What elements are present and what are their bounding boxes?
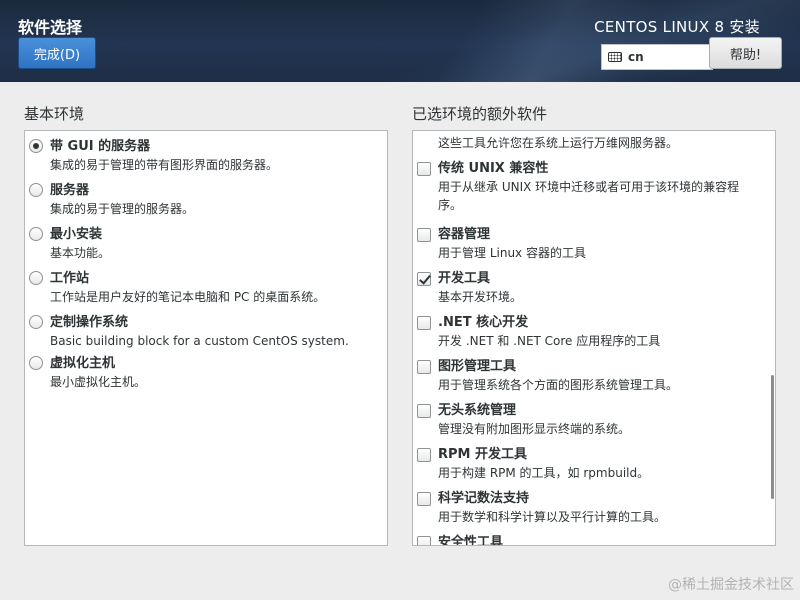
checkbox[interactable] — [417, 492, 431, 506]
addon-item-scientific-support[interactable]: 科学记数法支持 用于数学和科学计算以及平行计算的工具。 — [413, 487, 765, 531]
help-button[interactable]: 帮助! — [709, 37, 782, 69]
addon-item-name: 无头系统管理 — [438, 403, 517, 418]
env-item-desc: Basic building block for a custom CentOS… — [50, 334, 349, 348]
env-item-name: 工作站 — [50, 271, 90, 286]
addon-item-desc: 用于构建 RPM 的工具，如 rpmbuild。 — [438, 466, 650, 480]
keyboard-layout-label: cn — [628, 50, 644, 64]
env-item-desc: 集成的易于管理的带有图形界面的服务器。 — [50, 158, 279, 172]
addon-item-container-management[interactable]: 容器管理 用于管理 Linux 容器的工具 — [413, 223, 765, 267]
checkbox[interactable] — [417, 272, 431, 286]
addon-item-legacy-unix[interactable]: 传统 UNIX 兼容性 用于从继承 UNIX 环境中迁移或者可用于该环境的兼容程… — [413, 157, 765, 223]
env-item-desc: 集成的易于管理的服务器。 — [50, 202, 195, 216]
env-item-desc: 基本功能。 — [50, 246, 111, 260]
env-item-virtualization-host[interactable]: 虚拟化主机 最小虚拟化主机。 — [25, 352, 387, 396]
addon-item-name: 容器管理 — [438, 227, 491, 242]
addon-item-name: .NET 核心开发 — [438, 315, 529, 330]
env-item-desc: 最小虚拟化主机。 — [50, 375, 147, 389]
checkbox[interactable] — [417, 316, 431, 330]
addon-item-rpm-development-tools[interactable]: RPM 开发工具 用于构建 RPM 的工具，如 rpmbuild。 — [413, 443, 765, 487]
addon-item-headless-management[interactable]: 无头系统管理 管理没有附加图形显示终端的系统。 — [413, 399, 765, 443]
radio-button[interactable] — [29, 315, 43, 329]
env-item-minimal-install[interactable]: 最小安装 基本功能。 — [25, 223, 387, 267]
checkbox[interactable] — [417, 228, 431, 242]
env-item-desc: 工作站是用户友好的笔记本电脑和 PC 的桌面系统。 — [50, 290, 326, 304]
keyboard-layout-indicator[interactable]: cn — [601, 44, 713, 70]
addon-item-name: 图形管理工具 — [438, 359, 517, 374]
addon-item-desc-cont: 序。 — [438, 198, 463, 212]
env-item-name: 最小安装 — [50, 227, 103, 242]
header-bar: 软件选择 完成(D) CENTOS LINUX 8 安装 cn 帮助! — [0, 0, 800, 82]
addon-item-desc: 用于管理 Linux 容器的工具 — [438, 246, 586, 260]
radio-button[interactable] — [29, 139, 43, 153]
addon-item-name: 开发工具 — [438, 271, 491, 286]
base-environment-list: 带 GUI 的服务器 集成的易于管理的带有图形界面的服务器。 服务器 集成的易于… — [24, 130, 388, 546]
addon-item-name: 科学记数法支持 — [438, 491, 530, 506]
addon-partial-desc: 这些工具允许您在系统上运行万维网服务器。 — [438, 136, 679, 150]
addons-scrollbar[interactable] — [771, 375, 774, 499]
watermark: @稀土掘金技术社区 — [668, 577, 794, 593]
page-title: 软件选择 — [18, 18, 83, 37]
addons-list: 这些工具允许您在系统上运行万维网服务器。 传统 UNIX 兼容性 用于从继承 U… — [412, 130, 776, 546]
radio-button[interactable] — [29, 271, 43, 285]
addon-item-desc: 用于管理系统各个方面的图形系统管理工具。 — [438, 378, 679, 392]
checkbox[interactable] — [417, 448, 431, 462]
addon-item-desc: 管理没有附加图形显示终端的系统。 — [438, 422, 631, 436]
addon-item-desc: 开发 .NET 和 .NET Core 应用程序的工具 — [438, 334, 661, 348]
env-item-custom-os[interactable]: 定制操作系统 Basic building block for a custom… — [25, 311, 387, 352]
env-item-server-with-gui[interactable]: 带 GUI 的服务器 集成的易于管理的带有图形界面的服务器。 — [25, 135, 387, 179]
radio-button[interactable] — [29, 227, 43, 241]
checkbox[interactable] — [417, 536, 431, 545]
addons-scroll-area[interactable]: 这些工具允许您在系统上运行万维网服务器。 传统 UNIX 兼容性 用于从继承 U… — [413, 131, 765, 545]
base-environment-heading: 基本环境 — [24, 105, 85, 123]
checkbox[interactable] — [417, 360, 431, 374]
addon-item-desc: 基本开发环境。 — [438, 290, 523, 304]
addon-item-dotnet-core[interactable]: .NET 核心开发 开发 .NET 和 .NET Core 应用程序的工具 — [413, 311, 765, 355]
radio-button[interactable] — [29, 183, 43, 197]
env-item-name: 定制操作系统 — [50, 315, 129, 330]
addon-item-development-tools[interactable]: 开发工具 基本开发环境。 — [413, 267, 765, 311]
checkbox[interactable] — [417, 162, 431, 176]
done-button[interactable]: 完成(D) — [18, 37, 96, 69]
addon-item-desc: 用于从继承 UNIX 环境中迁移或者可用于该环境的兼容程 — [438, 180, 740, 194]
env-item-workstation[interactable]: 工作站 工作站是用户友好的笔记本电脑和 PC 的桌面系统。 — [25, 267, 387, 311]
addon-item-security-tools[interactable]: 安全性工具 — [413, 531, 765, 545]
keyboard-icon — [608, 52, 622, 62]
env-item-name: 虚拟化主机 — [50, 356, 116, 371]
addon-item-desc: 用于数学和科学计算以及平行计算的工具。 — [438, 510, 667, 524]
product-title: CENTOS LINUX 8 安装 — [594, 18, 760, 36]
addon-item-name: RPM 开发工具 — [438, 447, 528, 462]
addon-item-graphical-admin-tools[interactable]: 图形管理工具 用于管理系统各个方面的图形系统管理工具。 — [413, 355, 765, 399]
addons-heading: 已选环境的额外软件 — [412, 105, 548, 123]
env-item-server[interactable]: 服务器 集成的易于管理的服务器。 — [25, 179, 387, 223]
env-item-name: 服务器 — [50, 183, 90, 198]
env-item-name: 带 GUI 的服务器 — [50, 139, 151, 154]
checkbox[interactable] — [417, 404, 431, 418]
addon-item-name: 安全性工具 — [438, 535, 504, 545]
addon-item-name: 传统 UNIX 兼容性 — [438, 161, 549, 176]
radio-button[interactable] — [29, 356, 43, 370]
